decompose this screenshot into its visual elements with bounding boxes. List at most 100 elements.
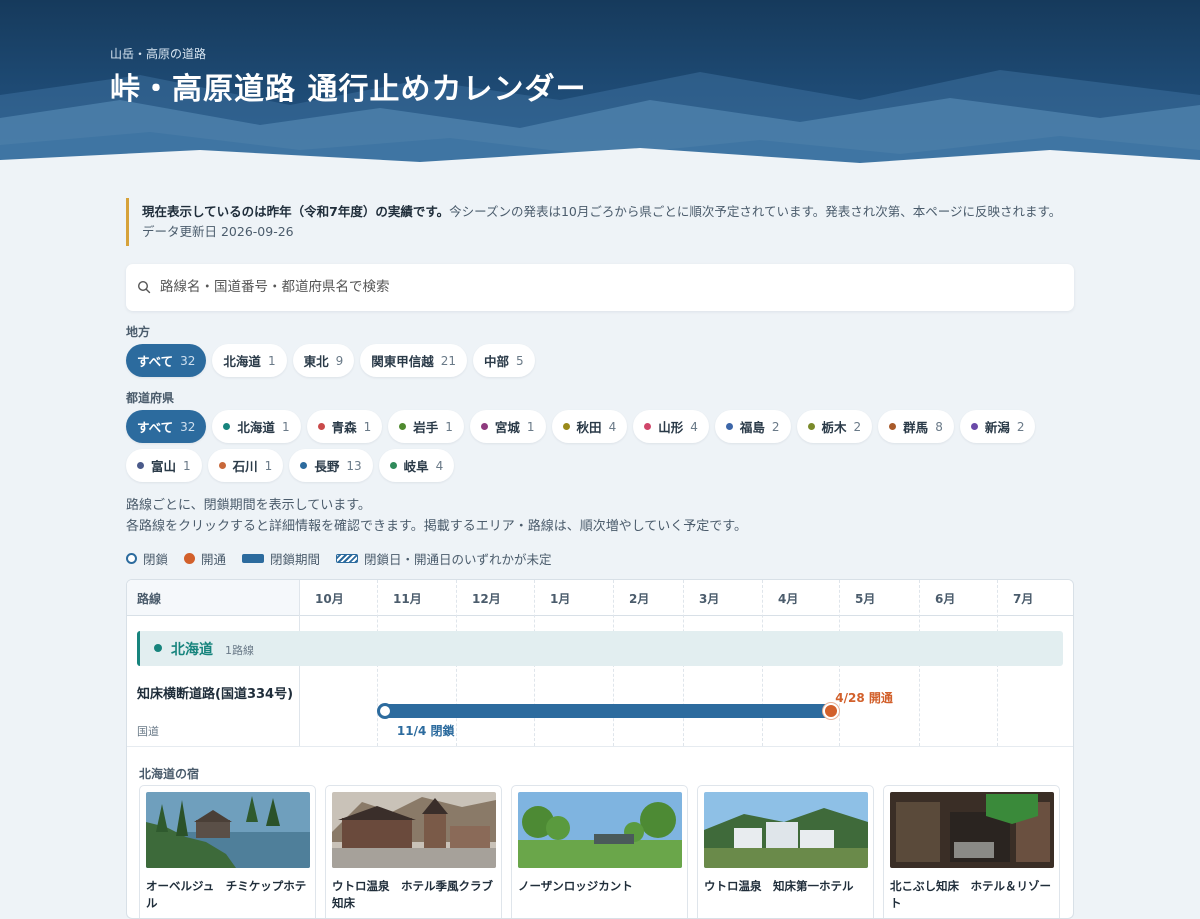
route-name[interactable]: 知床横断道路(国道334号)	[137, 686, 297, 704]
month-header: 11月	[393, 592, 422, 606]
prefecture-color-dot-icon	[137, 462, 144, 469]
prefecture-chip[interactable]: 宮城 1	[469, 410, 546, 443]
prefecture-chip[interactable]: 群馬 8	[878, 410, 954, 443]
prefecture-color-dot-icon	[317, 423, 325, 430]
prefecture-chip-count: 4	[435, 458, 444, 473]
prefecture-chip[interactable]: すべて 32	[126, 410, 207, 443]
prefecture-chip-label: 福島	[739, 420, 765, 435]
region-chip-count: 32	[180, 353, 196, 368]
prefecture-chip-label: 富山	[151, 459, 177, 474]
row-divider	[127, 746, 1073, 747]
prefecture-chip-label: 秋田	[576, 420, 602, 435]
prefecture-chip[interactable]: 岩手 1	[388, 410, 464, 443]
month-header: 7月	[1013, 592, 1034, 606]
prefecture-chip-label: 新潟	[984, 420, 1010, 435]
hotel-photo	[518, 792, 682, 868]
description-line-1: 路線ごとに、閉鎖期間を表示しています。	[126, 498, 371, 513]
notice-box: 現在表示しているのは昨年（令和7年度）の実績です。今シーズンの発表は10月ごろか…	[126, 198, 1076, 246]
prefecture-chip-count: 8	[935, 419, 943, 434]
hatched-bar-icon	[336, 554, 359, 563]
prefecture-chip-count: 1	[363, 419, 372, 434]
hotel-card[interactable]: ウトロ温泉 ホテル季風クラブ知床	[325, 785, 502, 918]
prefecture-chip[interactable]: 富山 1	[126, 449, 202, 482]
prefecture-chip-count: 2	[771, 419, 780, 434]
region-chip-count: 21	[440, 353, 457, 368]
prefecture-chip[interactable]: 山形 4	[633, 410, 709, 443]
month-header: 6月	[935, 592, 956, 606]
prefecture-chip[interactable]: 福島 2	[714, 410, 791, 443]
prefecture-chip-count: 2	[853, 419, 862, 434]
prefecture-chip[interactable]: 秋田 4	[551, 410, 628, 443]
hotel-card[interactable]: 北こぶし知床 ホテル＆リゾート	[883, 785, 1060, 918]
prefecture-filter-label: 都道府県	[126, 391, 175, 405]
prefecture-chip[interactable]: 栃木 2	[796, 410, 873, 443]
closure-calendar-table: 路線 10月 11月 12月 1月 2月 3月 4月 5月 6月 7月 北海道 1路線 知床横断道…	[126, 579, 1074, 919]
prefecture-chip-count: 32	[180, 419, 196, 434]
closed-marker-icon	[376, 703, 393, 719]
region-chip-label: 中部	[484, 354, 510, 369]
legend-open: 開通	[184, 549, 226, 568]
prefecture-chip-count: 4	[690, 419, 698, 434]
region-chip[interactable]: 中部 5	[473, 344, 535, 377]
prefecture-color-dot-icon	[480, 423, 488, 430]
region-chip[interactable]: 東北 9	[292, 344, 355, 377]
prefecture-chip-count: 1	[264, 458, 273, 473]
region-filter-label: 地方	[126, 325, 151, 339]
hotel-name[interactable]: オーベルジュ チミケップホテル	[146, 878, 309, 912]
hotel-card[interactable]: ノーザンロッジカント	[511, 785, 688, 918]
prefecture-color-dot-icon	[725, 423, 733, 430]
legend: 閉鎖 開通 閉鎖期間 閉鎖日・開通日のいずれかが未定	[126, 549, 568, 568]
prefecture-chip-count: 1	[183, 458, 191, 473]
prefecture-chip[interactable]: 岐阜 4	[378, 449, 455, 482]
search-input[interactable]	[160, 274, 1040, 300]
prefecture-color-dot-icon	[562, 423, 570, 430]
hotel-photo	[146, 792, 310, 868]
month-header: 12月	[472, 592, 501, 606]
prefecture-chip-count: 4	[608, 419, 617, 434]
hotel-card[interactable]: オーベルジュ チミケップホテル	[139, 785, 316, 918]
table-header: 路線 10月 11月 12月 1月 2月 3月 4月 5月 6月 7月	[127, 580, 1073, 616]
closure-period-bar[interactable]	[384, 704, 832, 718]
region-chip-count: 9	[335, 353, 344, 368]
region-chip-label: 東北	[303, 354, 329, 369]
region-group-hokkaido[interactable]: 北海道 1路線	[137, 631, 1063, 666]
legend-closed: 閉鎖	[126, 549, 168, 568]
closure-date-label: 11/4 閉鎖	[396, 724, 455, 738]
region-chip[interactable]: 北海道 1	[212, 344, 287, 377]
prefecture-chip[interactable]: 長野 13	[289, 449, 373, 482]
hotel-name[interactable]: ウトロ温泉 知床第一ホテル	[704, 878, 867, 895]
hotel-name[interactable]: ノーザンロッジカント	[518, 878, 681, 895]
region-dot-icon	[154, 644, 162, 652]
prefecture-color-dot-icon	[218, 462, 226, 469]
prefecture-color-dot-icon	[389, 462, 397, 469]
prefecture-chip-count: 1	[281, 419, 290, 434]
prefecture-chip-count: 1	[526, 419, 535, 434]
prefecture-color-dot-icon	[970, 423, 978, 430]
hotel-name[interactable]: 北こぶし知床 ホテル＆リゾート	[890, 878, 1053, 912]
prefecture-color-dot-icon	[399, 423, 407, 430]
prefecture-color-dot-icon	[300, 462, 308, 469]
prefecture-chip-label: 岩手	[413, 420, 439, 435]
legend-closed-label: 閉鎖	[143, 552, 169, 567]
prefecture-chip-label: 栃木	[821, 420, 847, 435]
month-header: 4月	[778, 592, 799, 606]
region-filter-chips: すべて 32 北海道 1 東北 9 関東甲信越 21 中部 5	[126, 344, 1076, 377]
region-chip[interactable]: 関東甲信越 21	[360, 344, 468, 377]
prefecture-chip-label: 岐阜	[403, 459, 429, 474]
opening-date-label: 4/28 開通	[835, 691, 893, 705]
prefecture-chip[interactable]: 青森 1	[306, 410, 383, 443]
prefecture-chip-label: 石川	[232, 459, 258, 474]
prefecture-chip[interactable]: 石川 1	[207, 449, 284, 482]
search-box[interactable]	[126, 264, 1074, 311]
prefecture-chip[interactable]: 北海道 1	[212, 410, 301, 443]
legend-undecided-label: 閉鎖日・開通日のいずれかが未定	[364, 552, 552, 567]
hotel-name[interactable]: ウトロ温泉 ホテル季風クラブ知床	[332, 878, 495, 912]
legend-open-label: 開通	[201, 552, 227, 567]
update-date: データ更新日 2026-09-26	[142, 224, 294, 239]
hotel-photo	[704, 792, 868, 868]
prefecture-chip-label: 群馬	[903, 420, 929, 435]
page-title: 峠・高原道路 通行止めカレンダー	[110, 72, 587, 107]
hotel-card[interactable]: ウトロ温泉 知床第一ホテル	[697, 785, 874, 918]
region-chip[interactable]: すべて 32	[126, 344, 207, 377]
prefecture-chip[interactable]: 新潟 2	[959, 410, 1036, 443]
